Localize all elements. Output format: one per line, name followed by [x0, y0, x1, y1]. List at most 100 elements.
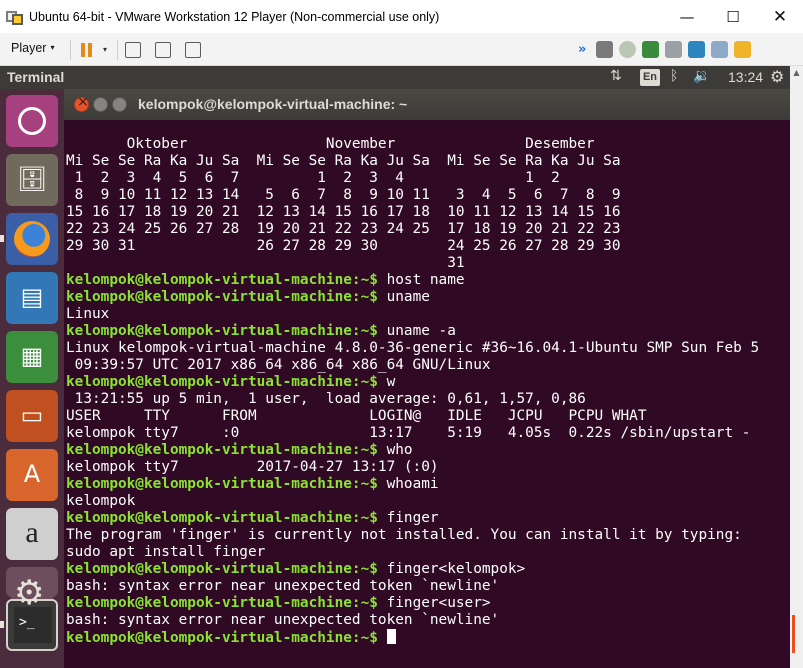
full-screen-icon[interactable] — [155, 42, 171, 58]
usb-icon[interactable] — [688, 41, 705, 58]
chevron-down-icon: ▾ — [50, 43, 55, 52]
output-line: 09:39:57 UTC 2017 x86_64 x86_64 x86_64 G… — [66, 357, 491, 373]
output-line: sudo apt install finger — [66, 544, 266, 560]
terminal-title-bar: kelompok@kelompok-virtual-machine: ~ — [64, 89, 790, 120]
terminal-output[interactable]: Oktober November Desember Mi Se Se Ra Ka … — [64, 120, 790, 668]
prompt-line: kelompok@kelompok-virtual-machine:~$ who… — [66, 476, 759, 493]
output-line: kelompok — [66, 493, 136, 509]
prompt: kelompok@kelompok-virtual-machine:~$ — [66, 476, 387, 492]
output-line: Linux kelompok-virtual-machine 4.8.0-36-… — [66, 340, 760, 356]
unity-mode-icon[interactable] — [185, 42, 201, 58]
system-settings-icon[interactable]: ⚙ — [6, 567, 58, 614]
output-line: USER TTY FROM LOGIN@ IDLE JCPU PCPU WHAT — [66, 408, 647, 424]
player-menu[interactable]: Player ▾ — [11, 41, 54, 55]
output-line: Linux — [66, 306, 110, 322]
vm-scrollbar[interactable]: ▲ — [790, 66, 803, 668]
close-button[interactable]: ✕ — [757, 0, 803, 33]
output-line: bash: syntax error near unexpected token… — [66, 612, 500, 628]
vmware-toolbar: Player ▾ ▾ » — [0, 33, 803, 66]
terminal-scrollbar[interactable] — [792, 615, 795, 653]
terminal-maximize-button[interactable] — [112, 97, 127, 112]
network-icon[interactable] — [642, 41, 659, 58]
active-app-name: Terminal — [7, 69, 65, 85]
ubuntu-top-panel: Terminal ⇅ En ᛒ 🔉 13:24 ⚙ — [0, 66, 790, 89]
ubuntu-dash-icon[interactable] — [6, 95, 58, 147]
printer-icon[interactable] — [665, 41, 682, 58]
unity-launcher: 🗄 ▤ ▦ ▭ A a ⚙ >_ — [0, 89, 64, 668]
hard-disk-icon[interactable] — [596, 41, 613, 58]
scroll-up-arrow-icon[interactable]: ▲ — [790, 66, 803, 80]
device-icons: » — [578, 41, 751, 58]
writer-icon[interactable]: ▤ — [6, 272, 58, 324]
terminal-minimize-button[interactable] — [93, 97, 108, 112]
calc-icon[interactable]: ▦ — [6, 331, 58, 383]
minimize-button[interactable]: — — [664, 0, 710, 33]
prompt-line: kelompok@kelompok-virtual-machine:~$ who — [66, 442, 759, 459]
impress-icon[interactable]: ▭ — [6, 390, 58, 442]
terminal-close-button[interactable] — [74, 94, 89, 112]
output-line: kelompok tty7 2017-04-27 13:17 (:0) — [66, 459, 439, 475]
chevron-right-icon[interactable]: » — [578, 41, 590, 58]
terminal-title: kelompok@kelompok-virtual-machine: ~ — [138, 96, 408, 112]
toolbar-divider — [70, 40, 71, 60]
bluetooth-icon[interactable]: ᛒ — [670, 68, 678, 84]
command: whoami — [386, 476, 439, 492]
display-icon[interactable] — [711, 41, 728, 58]
prompt: kelompok@kelompok-virtual-machine:~$ — [66, 561, 387, 577]
terminal-glyph: >_ — [14, 607, 52, 643]
files-icon[interactable]: 🗄 — [6, 154, 58, 206]
volume-icon[interactable]: 🔉 — [693, 68, 710, 84]
text-cursor — [386, 629, 396, 644]
amazon-glyph: a — [25, 516, 39, 549]
output-line: 13:21:55 up 5 min, 1 user, load average:… — [66, 391, 586, 407]
command: w — [386, 374, 396, 390]
prompt: kelompok@kelompok-virtual-machine:~$ — [66, 289, 387, 305]
running-indicator — [0, 235, 4, 242]
output-line: kelompok tty7 :0 13:17 5:19 4.05s 0.22s … — [66, 425, 751, 441]
clock[interactable]: 13:24 — [728, 69, 763, 85]
gear-icon[interactable]: ⚙ — [770, 67, 784, 86]
prompt-line: kelompok@kelompok-virtual-machine:~$ — [66, 629, 759, 647]
player-menu-label: Player — [11, 41, 47, 55]
command: finger — [386, 510, 439, 526]
calendar-line: 8 9 10 11 12 13 14 5 6 7 8 9 10 11 3 4 5… — [66, 187, 621, 203]
command: uname -a — [386, 323, 456, 339]
prompt-line: kelompok@kelompok-virtual-machine:~$ una… — [66, 323, 759, 340]
network-updown-icon[interactable]: ⇅ — [610, 68, 622, 84]
keyboard-layout-indicator[interactable]: En — [640, 69, 660, 86]
maximize-button[interactable]: ☐ — [710, 0, 756, 33]
software-center-icon[interactable]: A — [6, 449, 58, 501]
prompt: kelompok@kelompok-virtual-machine:~$ — [66, 374, 387, 390]
prompt: kelompok@kelompok-virtual-machine:~$ — [66, 595, 387, 611]
command: uname — [386, 289, 430, 305]
amazon-icon[interactable]: a — [6, 508, 58, 560]
prompt-line: kelompok@kelompok-virtual-machine:~$ fin… — [66, 595, 759, 612]
command: finger<kelompok> — [386, 561, 526, 577]
send-ctrl-alt-del-icon[interactable] — [125, 42, 141, 58]
cd-dvd-icon[interactable] — [619, 41, 636, 58]
terminal-text: Oktober November Desember Mi Se Se Ra Ka … — [66, 136, 759, 647]
prompt: kelompok@kelompok-virtual-machine:~$ — [66, 630, 387, 646]
firefox-icon[interactable] — [6, 213, 58, 265]
calendar-line: Mi Se Se Ra Ka Ju Sa Mi Se Se Ra Ka Ju S… — [66, 153, 621, 169]
calendar-line: 15 16 17 18 19 20 21 12 13 14 15 16 17 1… — [66, 204, 621, 220]
output-line: The program 'finger' is currently not in… — [66, 527, 742, 543]
chevron-down-icon[interactable]: ▾ — [103, 45, 107, 54]
prompt: kelompok@kelompok-virtual-machine:~$ — [66, 323, 387, 339]
output-line: bash: syntax error near unexpected token… — [66, 578, 500, 594]
prompt: kelompok@kelompok-virtual-machine:~$ — [66, 510, 387, 526]
calendar-line: 22 23 24 25 26 27 28 19 20 21 22 23 24 2… — [66, 221, 621, 237]
calendar-line: 31 — [66, 255, 465, 271]
prompt-line: kelompok@kelompok-virtual-machine:~$ hos… — [66, 272, 759, 289]
prompt-line: kelompok@kelompok-virtual-machine:~$ w — [66, 374, 759, 391]
toolbar-divider — [117, 40, 118, 60]
prompt-line: kelompok@kelompok-virtual-machine:~$ una… — [66, 289, 759, 306]
command: host name — [386, 272, 465, 288]
command: finger<user> — [386, 595, 491, 611]
terminal-icon[interactable]: >_ — [6, 599, 58, 651]
prompt: kelompok@kelompok-virtual-machine:~$ — [66, 442, 387, 458]
calendar-line: 1 2 3 4 5 6 7 1 2 3 4 1 2 — [66, 170, 560, 186]
pause-icon[interactable] — [80, 43, 94, 57]
message-icon[interactable] — [734, 41, 751, 58]
vmware-app-icon — [6, 9, 24, 25]
